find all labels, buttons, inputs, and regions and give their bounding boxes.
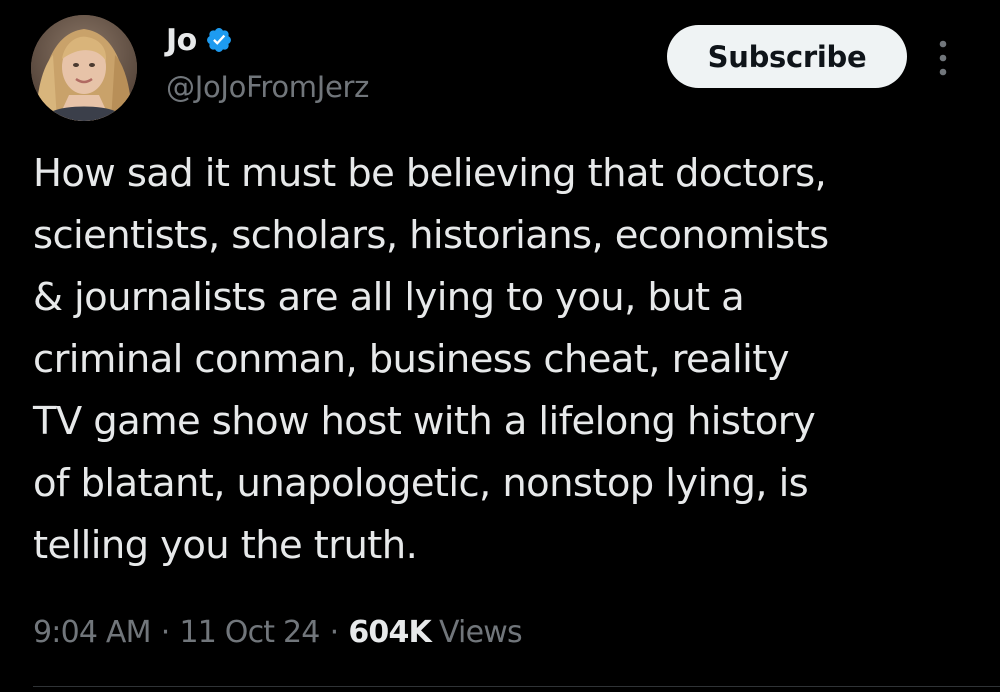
views-count[interactable]: 604K (348, 615, 431, 650)
avatar[interactable] (31, 15, 137, 121)
user-handle[interactable]: @JoJoFromJerz (166, 70, 369, 104)
tweet-meta: 9:04 AM · 11 Oct 24 · 604K Views (33, 609, 523, 655)
views-label: Views (438, 614, 523, 650)
meta-separator: · (160, 614, 171, 650)
meta-separator: · (329, 614, 340, 650)
tweet-header: Jo @JoJoFromJerz Subscribe (0, 0, 1000, 140)
verified-badge-icon[interactable] (205, 26, 233, 54)
more-vertical-icon[interactable] (934, 38, 952, 78)
tweet-text: How sad it must be believing that doctor… (33, 151, 829, 568)
divider (33, 686, 1000, 687)
subscribe-button[interactable]: Subscribe (667, 25, 907, 88)
display-name[interactable]: Jo (166, 23, 197, 58)
display-name-row[interactable]: Jo (166, 20, 233, 60)
tweet-time[interactable]: 9:04 AM (33, 615, 152, 650)
tweet-date[interactable]: 11 Oct 24 (179, 615, 320, 650)
avatar-image (31, 15, 137, 121)
